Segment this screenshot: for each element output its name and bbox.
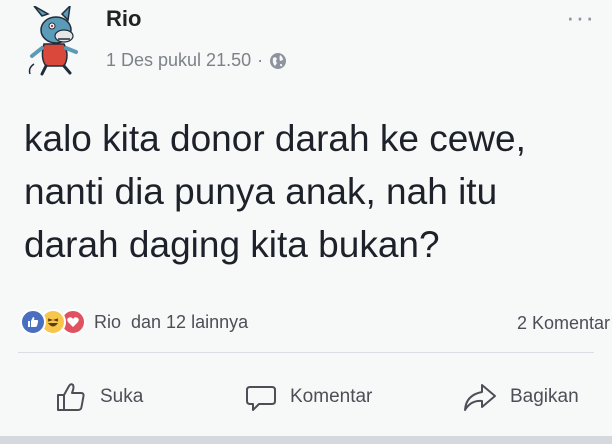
reactions-name: Rio: [94, 311, 122, 332]
share-button[interactable]: Bagikan: [462, 380, 579, 414]
comments-count[interactable]: 2 Komentar: [517, 313, 610, 334]
post-content: kalo kita donor darah ke cewe, nanti dia…: [24, 112, 594, 271]
post-timestamp[interactable]: 1 Des pukul 21.50: [106, 50, 251, 71]
reactions-others: dan 12 lainnya: [131, 311, 249, 332]
more-options-icon[interactable]: ···: [566, 4, 595, 30]
thumbs-up-icon: [57, 383, 85, 411]
comment-label: Komentar: [290, 386, 373, 407]
post-content-line: darah daging kita bukan?: [24, 224, 440, 265]
reactions-text[interactable]: Rio dan 12 lainnya: [94, 312, 248, 333]
share-label: Bagikan: [510, 386, 579, 407]
comment-button[interactable]: Komentar: [244, 380, 372, 414]
like-reaction-icon: [20, 309, 46, 335]
comment-bubble-icon: [246, 386, 276, 411]
globe-icon[interactable]: [269, 52, 287, 70]
author-name[interactable]: Rio: [106, 6, 141, 32]
post-content-line: kalo kita donor darah ke cewe,: [24, 118, 526, 159]
like-label: Suka: [100, 386, 144, 407]
action-bar: Suka Komentar Bagikan: [0, 380, 612, 420]
post-card: Rio 1 Des pukul 21.50 · ··· kalo kita do…: [0, 0, 612, 436]
feed-separator: [0, 436, 612, 444]
share-arrow-icon: [464, 384, 496, 411]
reactions-summary[interactable]: Rio dan 12 lainnya: [20, 309, 248, 335]
meta-separator: ·: [257, 50, 264, 70]
divider: [18, 352, 594, 353]
post-meta: 1 Des pukul 21.50 ·: [106, 50, 287, 71]
avatar[interactable]: [20, 6, 90, 78]
post-content-line: nanti dia punya anak, nah itu: [24, 171, 498, 212]
like-button[interactable]: Suka: [54, 380, 143, 414]
